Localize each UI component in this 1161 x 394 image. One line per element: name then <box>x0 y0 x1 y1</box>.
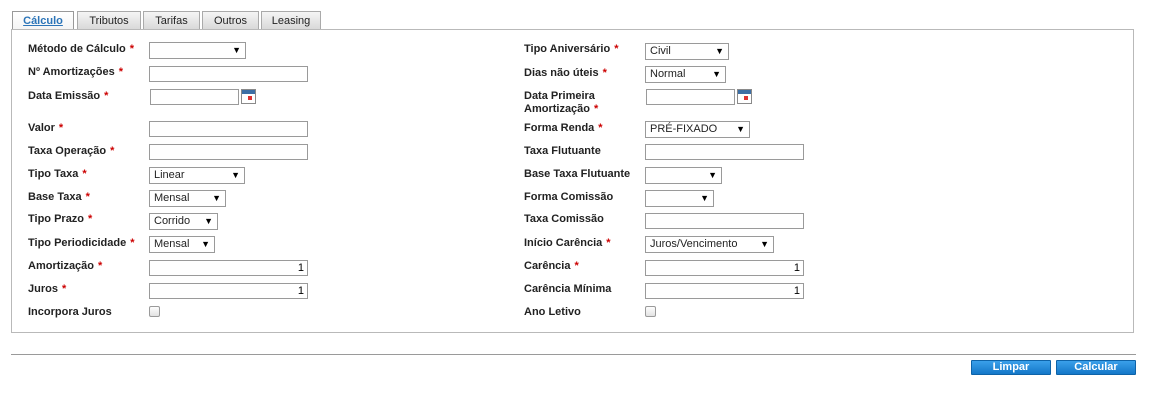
data-primeira-amortizacao-label: Data Primeira Amortização * <box>524 90 599 115</box>
calendar-icon[interactable] <box>241 89 256 104</box>
num-amortizacoes-input[interactable] <box>149 66 308 82</box>
tipo-periodicidade-label: Tipo Periodicidade * <box>28 237 135 249</box>
taxa-flutuante-input[interactable] <box>645 144 804 160</box>
taxa-flutuante-label: Taxa Flutuante <box>524 145 601 157</box>
tipo-periodicidade-select[interactable]: Mensal ▼ <box>149 236 215 253</box>
amortizacao-input[interactable] <box>149 260 308 276</box>
dropdown-arrow-icon: ▼ <box>204 216 213 226</box>
incorpora-juros-label: Incorpora Juros <box>28 306 112 318</box>
inicio-carencia-select[interactable]: Juros/Vencimento ▼ <box>645 236 774 253</box>
carencia-minima-input[interactable] <box>645 283 804 299</box>
calendar-icon[interactable] <box>737 89 752 104</box>
juros-label: Juros * <box>28 283 67 295</box>
tab-tarifas[interactable]: Tarifas <box>143 11 200 29</box>
incorpora-juros-checkbox[interactable] <box>149 306 160 317</box>
tipo-taxa-select[interactable]: Linear ▼ <box>149 167 245 184</box>
tipo-prazo-select[interactable]: Corrido ▼ <box>149 213 218 230</box>
dias-nao-uteis-label: Dias não úteis * <box>524 67 607 79</box>
inicio-carencia-label: Início Carência * <box>524 237 611 249</box>
calcular-button[interactable]: Calcular <box>1056 360 1136 375</box>
dropdown-arrow-icon: ▼ <box>201 239 210 249</box>
dropdown-arrow-icon: ▼ <box>708 170 717 180</box>
base-taxa-label: Base Taxa * <box>28 191 90 203</box>
taxa-comissao-input[interactable] <box>645 213 804 229</box>
dropdown-arrow-icon: ▼ <box>712 69 721 79</box>
valor-input[interactable] <box>149 121 308 137</box>
base-taxa-flutuante-label: Base Taxa Flutuante <box>524 168 631 180</box>
tab-calculo[interactable]: Cálculo <box>12 11 74 30</box>
limpar-button[interactable]: Limpar <box>971 360 1051 375</box>
forma-renda-label: Forma Renda * <box>524 122 603 134</box>
forma-renda-select[interactable]: PRÉ-FIXADO ▼ <box>645 121 750 138</box>
carencia-input[interactable] <box>645 260 804 276</box>
taxa-operacao-input[interactable] <box>149 144 308 160</box>
num-amortizacoes-label: Nº Amortizações * <box>28 66 124 78</box>
dropdown-arrow-icon: ▼ <box>736 124 745 134</box>
forma-comissao-select[interactable]: ▼ <box>645 190 714 207</box>
tipo-aniversario-select[interactable]: Civil ▼ <box>645 43 729 60</box>
forma-comissao-label: Forma Comissão <box>524 191 614 203</box>
metodo-calculo-select[interactable]: ▼ <box>149 42 246 59</box>
dropdown-arrow-icon: ▼ <box>700 193 709 203</box>
data-emissao-label: Data Emissão * <box>28 90 109 102</box>
valor-label: Valor * <box>28 122 64 134</box>
data-emissao-input[interactable] <box>150 89 239 105</box>
dropdown-arrow-icon: ▼ <box>715 46 724 56</box>
base-taxa-flutuante-select[interactable]: ▼ <box>645 167 722 184</box>
ano-letivo-checkbox[interactable] <box>645 306 656 317</box>
taxa-operacao-label: Taxa Operação * <box>28 145 115 157</box>
divider <box>11 354 1136 355</box>
base-taxa-select[interactable]: Mensal ▼ <box>149 190 226 207</box>
tab-outros[interactable]: Outros <box>202 11 259 29</box>
dropdown-arrow-icon: ▼ <box>760 239 769 249</box>
dropdown-arrow-icon: ▼ <box>212 193 221 203</box>
juros-input[interactable] <box>149 283 308 299</box>
dropdown-arrow-icon: ▼ <box>232 45 241 55</box>
dias-nao-uteis-select[interactable]: Normal ▼ <box>645 66 726 83</box>
tipo-prazo-label: Tipo Prazo * <box>28 213 93 225</box>
tipo-aniversario-label: Tipo Aniversário * <box>524 43 619 55</box>
dropdown-arrow-icon: ▼ <box>231 170 240 180</box>
tab-tributos[interactable]: Tributos <box>77 11 141 29</box>
metodo-calculo-label: Método de Cálculo * <box>28 43 135 55</box>
tipo-taxa-label: Tipo Taxa * <box>28 168 87 180</box>
carencia-minima-label: Carência Mínima <box>524 283 612 295</box>
amortizacao-label: Amortização * <box>28 260 103 272</box>
taxa-comissao-label: Taxa Comissão <box>524 213 604 225</box>
carencia-label: Carência * <box>524 260 579 272</box>
ano-letivo-label: Ano Letivo <box>524 306 581 318</box>
data-primeira-amortizacao-input[interactable] <box>646 89 735 105</box>
tab-leasing[interactable]: Leasing <box>261 11 321 29</box>
